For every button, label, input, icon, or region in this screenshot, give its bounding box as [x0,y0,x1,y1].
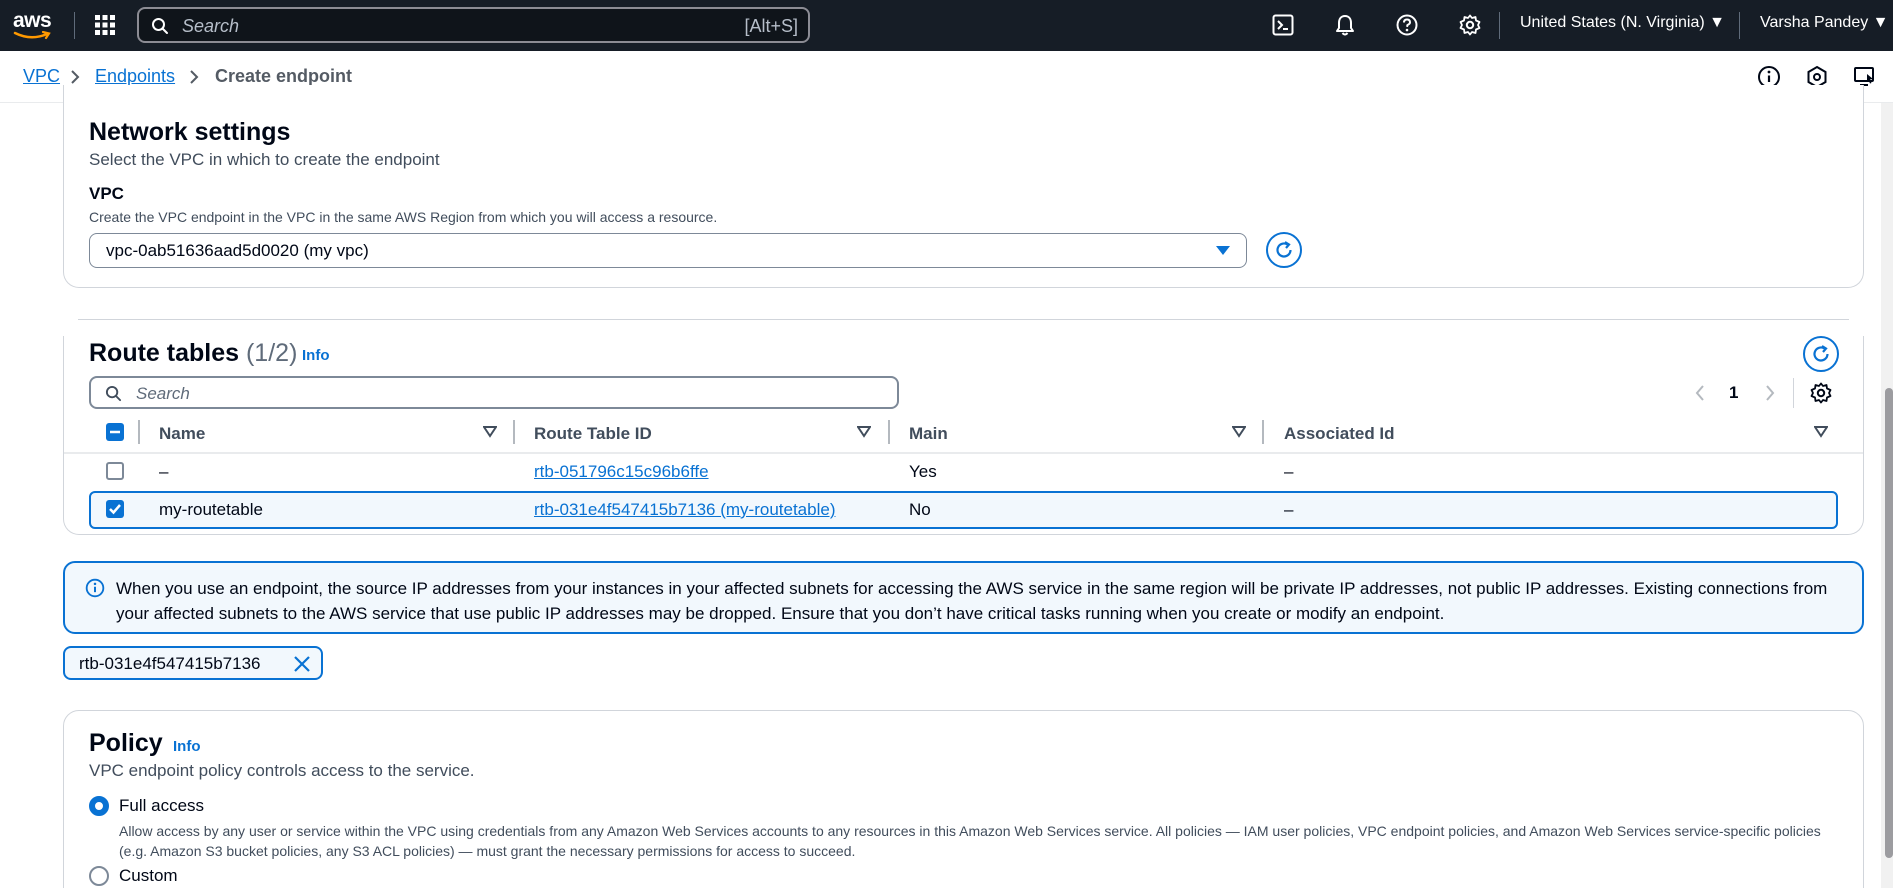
gear-icon[interactable] [1459,14,1481,36]
breadcrumb-current: Create endpoint [215,66,353,86]
section-divider [78,319,1849,320]
sort-icon[interactable] [1232,426,1246,438]
route-tables-info-link[interactable]: Info [302,347,330,364]
route-tables-search-input[interactable]: Search [89,376,899,409]
vpc-refresh-button[interactable] [1266,232,1302,268]
chevron-right-icon [71,70,80,84]
aws-logo-text: aws [13,9,52,32]
row-name: my-routetable [159,500,263,519]
select-all-checkbox[interactable] [106,423,124,441]
policy-title: Policy [89,729,163,757]
row-route-table-id-link[interactable]: rtb-051796c15c96b6ffe [534,462,709,482]
nav-divider [1739,12,1740,39]
pagination-divider [1793,378,1794,408]
scrollbar-thumb[interactable] [1885,388,1893,858]
table-row-selected[interactable] [89,491,1838,529]
help-icon[interactable] [1396,14,1418,36]
apps-grid-icon[interactable] [94,14,116,36]
network-settings-title: Network settings [89,118,291,146]
column-header-route-table-id[interactable]: Route Table ID [534,424,652,444]
route-tables-refresh-button[interactable] [1803,336,1839,372]
sort-icon[interactable] [857,426,871,438]
nav-divider [74,12,75,39]
refresh-icon [1276,241,1292,258]
table-settings-gear-icon[interactable] [1810,382,1832,404]
breadcrumb-vpc[interactable]: VPC [23,66,60,87]
chevron-right-icon [190,70,199,84]
row-main: Yes [909,462,937,481]
breadcrumb-endpoints[interactable]: Endpoints [95,66,175,87]
search-icon [105,385,122,402]
vpc-description: Create the VPC endpoint in the VPC in th… [89,209,718,225]
full-access-description: Allow access by any user or service with… [119,823,1821,859]
row-checkbox[interactable] [106,500,124,518]
info-icon [85,578,105,598]
row-main: No [909,500,931,519]
route-tables-count: (1/2) [245,339,298,367]
sort-icon[interactable] [483,426,497,438]
token-label: rtb-031e4f547415b7136 [79,654,261,673]
table-row[interactable] [89,455,1838,489]
vpc-select-value: vpc-0ab51636aad5d0020 (my vpc) [106,241,369,260]
refresh-icon [1813,345,1829,362]
row-associated-id: – [1284,500,1294,519]
search-icon [152,18,168,34]
global-search-input[interactable]: Search [Alt+S] [137,7,810,43]
nav-divider [1499,12,1500,39]
network-settings-description: Select the VPC in which to create the en… [89,150,440,169]
column-separator [888,420,890,444]
aws-logo[interactable]: aws [13,10,57,40]
checkmark-icon [109,504,121,515]
region-selector[interactable]: United States (N. Virginia) ▼ [1520,14,1725,32]
row-associated-id: – [1284,462,1294,481]
policy-description: VPC endpoint policy controls access to t… [89,761,475,780]
top-navigation: aws Search [Alt+S] United States (N. Vir… [0,0,1893,51]
policy-card [63,710,1864,888]
route-tables-title: Route tables (1/2) [89,339,297,368]
column-header-name[interactable]: Name [159,424,205,444]
chevron-right-icon[interactable] [1764,384,1776,402]
page-number[interactable]: 1 [1729,383,1738,403]
sort-icon[interactable] [1814,426,1828,438]
custom-radio[interactable] [89,866,109,886]
row-route-table-id-link[interactable]: rtb-031e4f547415b7136 (my-routetable) [534,500,835,520]
route-tables-search-placeholder: Search [136,384,190,403]
column-header-associated-id[interactable]: Associated Id [1284,424,1395,444]
column-header-main[interactable]: Main [909,424,948,444]
close-icon[interactable] [293,655,311,673]
full-access-radio[interactable] [89,796,109,816]
column-separator [1262,420,1264,444]
table-header-divider [64,452,1863,454]
search-placeholder: Search [182,16,240,36]
selected-route-table-token: rtb-031e4f547415b7136 [63,646,323,680]
account-menu[interactable]: Varsha Pandey ▼ [1760,14,1889,32]
policy-info-link[interactable]: Info [173,738,201,755]
chevron-left-icon[interactable] [1694,384,1706,402]
custom-label[interactable]: Custom [119,866,178,886]
row-name: – [159,462,169,481]
info-alert-text: When you use an endpoint, the source IP … [116,579,1828,623]
row-checkbox[interactable] [106,462,124,480]
vpc-label: VPC [89,184,124,203]
info-alert: When you use an endpoint, the source IP … [63,561,1864,634]
column-separator [138,420,140,444]
caret-down-icon [1216,246,1230,255]
column-separator [513,420,515,444]
search-shortcut: [Alt+S] [744,16,798,36]
route-tables-title-text: Route tables [89,339,240,367]
aws-smile-icon [13,31,51,40]
full-access-label[interactable]: Full access [119,796,204,816]
vpc-select[interactable]: vpc-0ab51636aad5d0020 (my vpc) [89,233,1247,268]
bell-icon[interactable] [1334,14,1356,36]
cloudshell-icon[interactable] [1272,14,1294,36]
